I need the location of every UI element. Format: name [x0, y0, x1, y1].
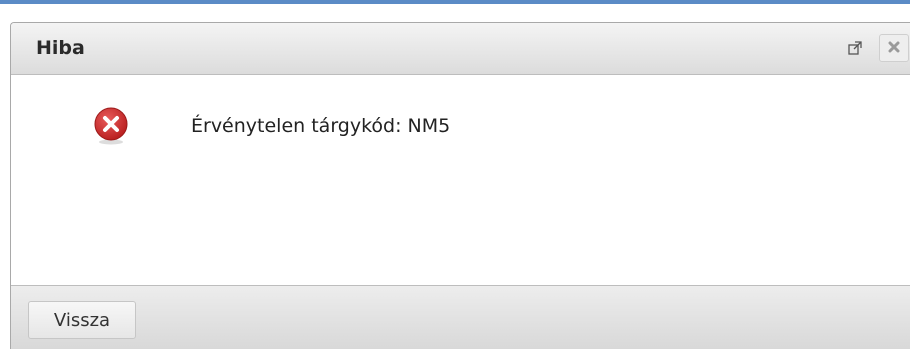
error-message: Érvénytelen tárgykód: NM5: [191, 115, 451, 137]
window-top-border: [0, 0, 910, 4]
back-button[interactable]: Vissza: [28, 301, 136, 339]
dialog-title: Hiba: [36, 37, 85, 59]
dialog-content: Érvénytelen tárgykód: NM5: [11, 75, 910, 285]
error-dialog: Hiba Érvénytelen tárgykód: NM5 Vissza: [10, 22, 910, 349]
error-icon: [91, 105, 131, 145]
dialog-titlebar: Hiba: [11, 23, 910, 75]
close-icon: [880, 41, 908, 65]
dialog-footer: Vissza: [11, 285, 910, 349]
maximize-icon[interactable]: [847, 40, 863, 56]
close-button[interactable]: [879, 34, 909, 62]
